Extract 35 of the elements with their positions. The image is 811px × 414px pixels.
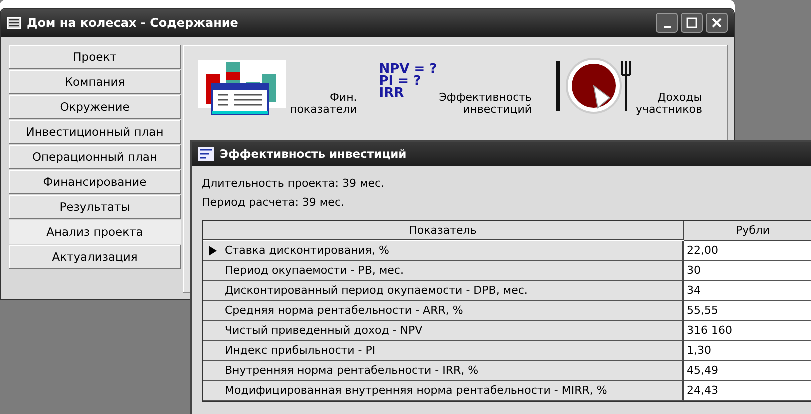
- cell-text: Внутренняя норма рентабельности - IRR, %: [225, 362, 479, 378]
- toolbar-label[interactable]: Доходы участников: [636, 92, 702, 116]
- cell-text: Период окупаемости - PB, мес.: [225, 262, 404, 278]
- maximize-button[interactable]: [681, 13, 703, 33]
- close-button[interactable]: [706, 13, 728, 33]
- info-text: Период расчета: 39 мес.: [202, 195, 346, 211]
- column-header[interactable]: Рубли: [684, 221, 811, 241]
- minimize-button[interactable]: [656, 13, 678, 33]
- maximize-icon: [686, 17, 698, 29]
- window-title: Дом на колесах - Содержание: [27, 16, 240, 30]
- column-header[interactable]: Показатель: [203, 221, 684, 240]
- info-text: Длительность проекта: 39 мес.: [202, 176, 386, 192]
- toolbar-label[interactable]: Фин. показатели: [290, 92, 358, 116]
- nav-button[interactable]: Финансирование: [9, 170, 181, 194]
- formula-icon[interactable]: NPV = ? PI = ? IRR: [379, 64, 438, 100]
- nav-button[interactable]: Компания: [9, 70, 181, 94]
- nav-button[interactable]: Результаты: [9, 195, 181, 219]
- cell-text: Ставка дисконтирования, %: [225, 242, 390, 258]
- nav-button[interactable]: Операционный план: [9, 145, 181, 169]
- cell-text: Модифицированная внутренняя норма рентабельности - MIRR, %: [225, 382, 608, 398]
- minimize-icon: [664, 26, 670, 28]
- close-icon: [711, 17, 723, 29]
- nav-button[interactable]: Окружение: [9, 95, 181, 119]
- toolbar-label[interactable]: Эффективность инвестиций: [439, 92, 532, 116]
- nav-button[interactable]: Анализ проекта: [9, 220, 181, 244]
- cell-text: Дисконтированный период окупаемости - DPB, мес.: [225, 282, 528, 298]
- nav-button[interactable]: Актуализация: [9, 245, 181, 269]
- list-icon: [7, 17, 21, 29]
- dialog-title: Эффективность инвестиций: [220, 147, 407, 161]
- cell-text: Чистый приведенный доход - NPV: [225, 322, 423, 338]
- formula-icon: [198, 147, 214, 161]
- cell-text: Индекс прибыльности - PI: [225, 342, 376, 358]
- nav-button[interactable]: Инвестиционный план: [9, 120, 181, 144]
- nav-button[interactable]: Проект: [9, 45, 181, 69]
- cell-text: Средняя норма рентабельности - ARR, %: [225, 302, 464, 318]
